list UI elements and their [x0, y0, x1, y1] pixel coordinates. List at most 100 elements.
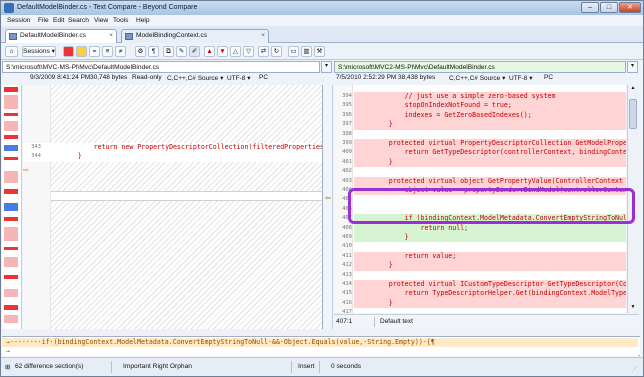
layout-icon[interactable]: ▭ [288, 46, 299, 57]
left-browse-icon[interactable]: ▾ [321, 61, 332, 73]
code-text: protected virtual ICustomTypeDescriptor … [354, 280, 626, 290]
line-number: 413 [342, 271, 352, 278]
format-icon[interactable]: ¶ [148, 46, 159, 57]
center-gutter: ⇦ [324, 85, 333, 329]
left-path-input[interactable]: S:\microsoft\MVC-MS-Pl\Mvc\DefaultModelB… [2, 61, 320, 73]
code-text: // just use a simple zero-based system [354, 92, 626, 102]
scroll-down-icon[interactable]: ▼ [628, 304, 638, 312]
edit-icon[interactable]: ✎ [176, 46, 187, 57]
right-encoding-select[interactable]: UTF-8 ▾ [509, 74, 532, 82]
code-line: 400 return GetTypeDescriptor(controllerC… [334, 148, 626, 158]
line-number: 412 [342, 262, 352, 269]
maximize-button[interactable]: □ [600, 2, 618, 13]
code-line: 396 indexes = GetZeroBasedIndexes(); [334, 110, 626, 121]
code-line: 343 return new PropertyDescriptorCollect… [23, 143, 323, 153]
left-encoding-select[interactable]: UTF-8 ▾ [227, 74, 250, 82]
window-title: DefaultModelBinder.cs - Text Compare - B… [17, 4, 198, 11]
line-number: 402 [342, 168, 352, 175]
menu-bar: Session File Edit Search View Tools Help [1, 15, 643, 26]
home-icon[interactable]: ⌂ [5, 46, 18, 57]
left-info-bar: 9/3/2009 8:41:24 PM 30,748 bytes Read-on… [2, 73, 322, 84]
line-number: 416 [342, 299, 352, 306]
line-number: 401 [342, 158, 352, 165]
diff-marker [4, 135, 18, 139]
all-diffs-icon[interactable] [63, 46, 74, 57]
left-format-select[interactable]: C,C++,C# Source ▾ [167, 74, 223, 82]
diff-marker [4, 275, 18, 279]
pencil-icon[interactable]: ✐ [189, 46, 200, 57]
menu-search[interactable]: Search [68, 17, 89, 24]
left-editor-pane[interactable]: 343 return new PropertyDescriptorCollect… [23, 85, 323, 329]
code-text: return GetTypeDescriptor(controllerConte… [354, 148, 626, 158]
code-text: protected virtual PropertyDescriptorColl… [354, 139, 626, 149]
tab-defaultmodelbinder[interactable]: DefaultModelBinder.cs × [5, 29, 117, 43]
diff-marker [4, 289, 18, 297]
scroll-thumb[interactable] [629, 99, 637, 129]
options-icon[interactable]: ⚒ [314, 46, 325, 57]
minimize-button[interactable]: – [581, 2, 599, 13]
divider [291, 361, 292, 373]
diff-marker [4, 189, 18, 194]
diff-marker [4, 217, 18, 221]
code-line: 395 stopOnIndexNotFound = true; [334, 101, 626, 111]
right-format-select[interactable]: C,C++,C# Source ▾ [449, 74, 505, 82]
line-number: 396 [342, 111, 352, 118]
code-text: return new PropertyDescriptorCollection(… [46, 143, 323, 151]
sessions-button[interactable]: Sessions ▾ [22, 46, 56, 57]
scroll-up-icon[interactable]: ▲ [628, 85, 638, 93]
horizontal-scrollbar[interactable] [23, 329, 638, 336]
diff-marker [4, 227, 18, 241]
menu-edit[interactable]: Edit [53, 17, 64, 24]
panes-icon[interactable]: ▥ [301, 46, 312, 57]
next-diff-icon[interactable]: ▽ [243, 46, 254, 57]
title-bar: DefaultModelBinder.cs - Text Compare - B… [1, 1, 643, 15]
close-tab-icon[interactable]: × [261, 32, 265, 39]
menu-file[interactable]: File [38, 17, 49, 24]
rules-icon[interactable]: ⚙ [135, 46, 146, 57]
next-section-icon[interactable]: ▼ [217, 46, 228, 57]
insert-mode: Insert [298, 363, 315, 370]
prev-section-icon[interactable]: ▲ [204, 46, 215, 57]
tab-label: DefaultModelBinder.cs [20, 32, 86, 39]
same-icon[interactable]: = [89, 46, 100, 57]
diff-marker [4, 257, 18, 267]
swap-sides-icon[interactable]: ⇄ [258, 46, 269, 57]
diffs-icon[interactable] [76, 46, 87, 57]
prev-diff-icon[interactable]: △ [230, 46, 241, 57]
ignore-icon[interactable]: ≠ [115, 46, 126, 57]
menu-tools[interactable]: Tools [113, 17, 128, 24]
line-number: 409 [342, 234, 352, 240]
code-line: 394 // just use a simple zero-based syst… [334, 92, 626, 102]
line-number: 415 [342, 290, 352, 297]
right-path-input[interactable]: S:\microsoft\MVC2-MS-Pl\Mvc\DefaultModel… [334, 61, 626, 73]
line-number: 394 [342, 93, 352, 99]
code-line: 402 [334, 167, 626, 176]
code-text: return null; [354, 223, 626, 233]
code-line: 401 } [334, 157, 626, 168]
code-line: 410 [334, 242, 626, 251]
left-orphan-hatch [51, 85, 322, 329]
resize-grip-icon[interactable]: ⋰ [631, 365, 638, 373]
current-diff-arrow-icon: ⇨ [23, 167, 29, 174]
right-date: 7/5/2010 2:52:29 PM [336, 74, 397, 81]
close-tab-icon[interactable]: × [109, 32, 113, 39]
code-line: 409 } [334, 233, 626, 243]
copy-to-left-icon[interactable]: ⇦ [325, 195, 332, 202]
menu-help[interactable]: Help [136, 17, 150, 24]
diff-marker [4, 87, 18, 92]
menu-view[interactable]: View [94, 17, 108, 24]
line-number: 395 [342, 102, 352, 109]
tab-label: ModelBindingContext.cs [136, 32, 208, 39]
menu-session[interactable]: Session [7, 17, 30, 24]
reload-icon[interactable]: ↻ [271, 46, 282, 57]
right-browse-icon[interactable]: ▾ [627, 61, 638, 73]
close-button[interactable]: ✕ [619, 2, 641, 13]
context-icon[interactable]: ≡ [102, 46, 113, 57]
tab-bar: DefaultModelBinder.cs × ModelBindingCont… [1, 26, 643, 43]
copy-icon[interactable]: ⧉ [163, 46, 174, 57]
tab-modelbindingcontext[interactable]: ModelBindingContext.cs × [121, 29, 269, 43]
right-pane-status: 407:1 Default text [334, 314, 639, 328]
thumbnail-map[interactable] [2, 85, 22, 329]
